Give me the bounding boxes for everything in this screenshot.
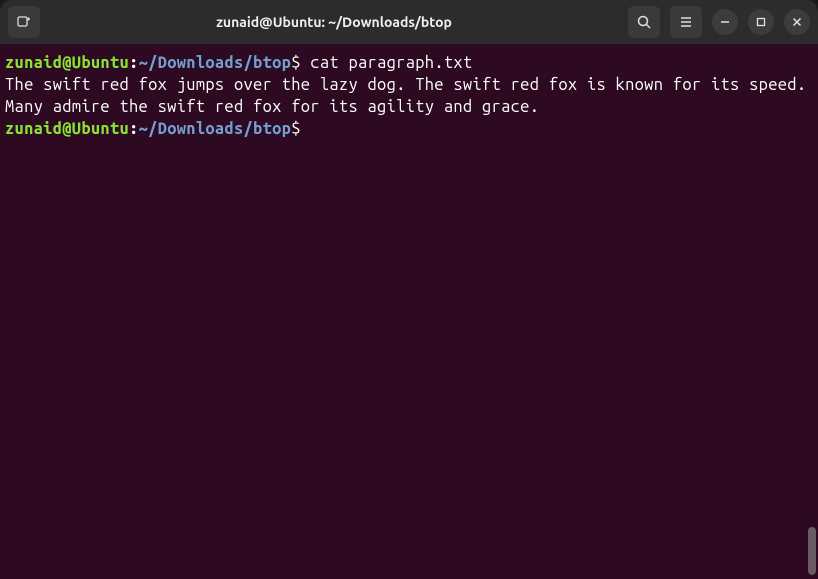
prompt-user: zunaid@Ubuntu: [5, 120, 129, 138]
prompt-colon: :: [129, 54, 139, 72]
new-tab-icon: [16, 14, 32, 30]
close-icon: [792, 17, 802, 27]
menu-button[interactable]: [670, 6, 702, 38]
maximize-button[interactable]: [748, 9, 774, 35]
command-output: The swift red fox jumps over the lazy do…: [5, 74, 813, 118]
terminal-line-1: zunaid@Ubuntu:~/Downloads/btop$ cat para…: [5, 52, 813, 74]
titlebar-left-controls: [8, 6, 40, 38]
search-icon: [636, 14, 652, 30]
command-cursor: [301, 120, 311, 138]
terminal-line-2: zunaid@Ubuntu:~/Downloads/btop$: [5, 118, 813, 140]
command-text: cat paragraph.txt: [301, 54, 473, 72]
prompt-colon: :: [129, 120, 139, 138]
prompt-user: zunaid@Ubuntu: [5, 54, 129, 72]
maximize-icon: [756, 17, 766, 27]
minimize-icon: [720, 17, 730, 27]
minimize-button[interactable]: [712, 9, 738, 35]
prompt-path: ~/Downloads/btop: [139, 120, 292, 138]
window-title: zunaid@Ubuntu: ~/Downloads/btop: [40, 14, 628, 30]
search-button[interactable]: [628, 6, 660, 38]
titlebar-right-controls: [628, 6, 810, 38]
new-tab-button[interactable]: [8, 6, 40, 38]
close-button[interactable]: [784, 9, 810, 35]
prompt-dollar: $: [291, 120, 301, 138]
prompt-path: ~/Downloads/btop: [139, 54, 292, 72]
titlebar: zunaid@Ubuntu: ~/Downloads/btop: [0, 0, 818, 44]
terminal-area[interactable]: zunaid@Ubuntu:~/Downloads/btop$ cat para…: [0, 44, 818, 579]
hamburger-icon: [678, 14, 694, 30]
scrollbar-thumb[interactable]: [808, 527, 816, 575]
prompt-dollar: $: [291, 54, 301, 72]
